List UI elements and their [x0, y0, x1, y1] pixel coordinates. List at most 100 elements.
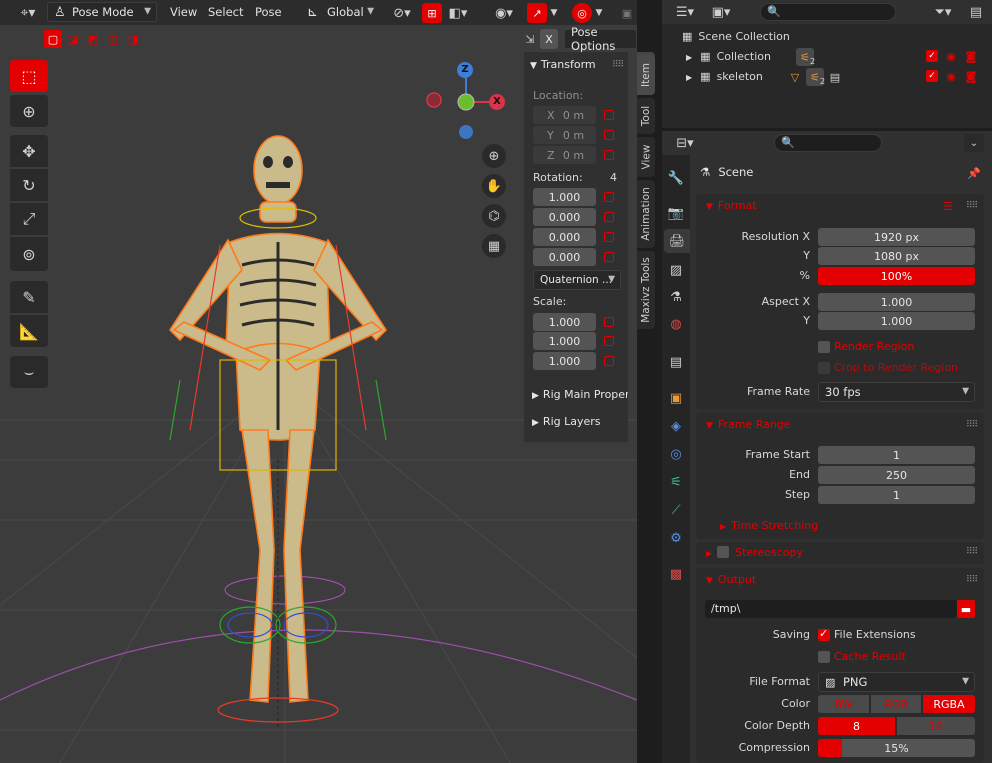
lock-icon[interactable] — [604, 150, 614, 160]
scale-x-field[interactable]: 1.000 — [533, 313, 596, 331]
folder-icon[interactable]: ▬ — [957, 600, 975, 618]
outliner-root[interactable]: ▦ Scene Collection — [682, 30, 790, 43]
checkbox-icon[interactable]: ✓ — [926, 50, 938, 62]
lock-icon[interactable] — [604, 110, 614, 120]
display-mode-icon[interactable]: ▣▾ — [706, 3, 736, 21]
drag-handle-icon[interactable]: ⠿⠿ — [966, 201, 978, 211]
depth-8-option[interactable]: 8 — [818, 717, 895, 735]
editor-type-icon[interactable]: ☰▾ — [670, 3, 700, 21]
measure-tool-icon[interactable]: 📐 — [10, 315, 48, 347]
tab-tool[interactable]: Tool — [637, 98, 655, 134]
time-stretching-header[interactable]: ▶ Time Stretching — [720, 519, 818, 532]
gizmo-x-axis[interactable]: X — [489, 94, 505, 110]
menu-view[interactable]: View — [170, 5, 197, 19]
scale-tool-icon[interactable]: ⤢ — [10, 203, 48, 235]
select-new-icon[interactable]: ▢ — [44, 30, 62, 48]
res-y-field[interactable]: 1080 px — [818, 247, 975, 265]
select-subtract-icon[interactable]: ◩ — [84, 30, 102, 48]
lock-icon[interactable] — [604, 130, 614, 140]
pose-slide-tool-icon[interactable]: ⌣ — [10, 356, 48, 388]
outliner-item-skeleton[interactable]: ▶ ▦ skeleton — [686, 70, 763, 83]
eye-icon[interactable]: ◉ — [944, 69, 958, 83]
drag-handle-icon[interactable]: ⠿⠿ — [612, 60, 624, 70]
physics-tab-icon[interactable]: ◎ — [666, 444, 686, 464]
crop-region-checkbox[interactable] — [818, 362, 830, 374]
color-rgba-option[interactable]: RGBA — [923, 695, 975, 713]
tab-view[interactable]: View — [637, 137, 655, 177]
texture-tab-icon[interactable]: ▩ — [666, 564, 686, 584]
menu-select[interactable]: Select — [208, 5, 243, 19]
pan-hand-icon[interactable]: ✋ — [482, 174, 506, 198]
new-collection-icon[interactable]: ▤ — [966, 3, 986, 21]
format-header[interactable]: ▼ Format — [706, 199, 757, 212]
aspect-x-field[interactable]: 1.000 — [818, 293, 975, 311]
drag-handle-icon[interactable]: ⠿⠿ — [966, 547, 978, 557]
file-format-dropdown[interactable]: ▨ PNG ▼ — [818, 672, 975, 692]
xray-icon[interactable]: ▣ — [618, 4, 636, 22]
frame-range-header[interactable]: ▼ Frame Range — [706, 418, 791, 431]
pose-options-dropdown[interactable]: Pose Options — [564, 25, 637, 53]
loc-y-field[interactable]: Y0 m — [533, 126, 596, 144]
tab-item[interactable]: Item — [637, 55, 655, 95]
select-box-tool-icon[interactable]: ⬚ — [10, 60, 48, 92]
world-tab-icon[interactable]: ◍ — [666, 314, 686, 334]
proportional-edit-icon[interactable]: ◧▾ — [444, 4, 472, 22]
rotate-tool-icon[interactable]: ↻ — [10, 169, 48, 201]
cursor-tool-icon[interactable]: ⊕ — [10, 95, 48, 127]
tab-animation[interactable]: Animation — [637, 180, 655, 248]
lock-icon[interactable] — [604, 356, 614, 366]
stereoscopy-checkbox[interactable] — [717, 546, 730, 558]
frame-rate-dropdown[interactable]: 30 fps ▼ — [818, 382, 975, 402]
res-pct-field[interactable]: 100% — [818, 267, 975, 285]
viewport[interactable]: ⌖▾ ♙ Pose Mode ▼ View Select Pose ⊾ Globa… — [0, 0, 655, 763]
frame-step-field[interactable]: 1 — [818, 486, 975, 504]
outliner-search-input[interactable]: 🔍 — [760, 3, 896, 21]
gizmo-dropdown-icon[interactable]: ▼ — [548, 4, 560, 22]
camera-icon[interactable]: ⌬ — [482, 204, 506, 228]
rot-x-field[interactable]: 0.000 — [533, 208, 596, 226]
bone-tab-icon[interactable]: ⟋ — [666, 500, 686, 520]
cache-result-checkbox[interactable] — [818, 651, 830, 663]
rot-y-field[interactable]: 0.000 — [533, 228, 596, 246]
drag-handle-icon[interactable]: ⠿⠿ — [966, 575, 978, 585]
aspect-y-field[interactable]: 1.000 — [818, 312, 975, 330]
eye-icon[interactable]: ◉ — [944, 49, 958, 63]
tab-maxivz-tools[interactable]: Maxivz Tools — [637, 251, 655, 329]
skeleton-figure[interactable] — [150, 130, 410, 730]
tool-tab-icon[interactable]: 🔧 — [666, 168, 686, 188]
transform-header[interactable]: ▼ Transform — [530, 58, 596, 71]
properties-search-input[interactable]: 🔍 — [774, 134, 882, 152]
output-path-input[interactable]: /tmp\ — [705, 600, 957, 618]
overlay-toggle-icon[interactable]: ◎ — [572, 3, 592, 23]
loc-z-field[interactable]: Z0 m — [533, 146, 596, 164]
rot-w-field[interactable]: 1.000 — [533, 188, 596, 206]
color-rgb-option[interactable]: RGB — [871, 695, 921, 713]
scale-y-field[interactable]: 1.000 — [533, 332, 596, 350]
compression-slider[interactable]: 15% — [818, 739, 975, 757]
bone-constraint-tab-icon[interactable]: ⚙ — [666, 528, 686, 548]
camera-render-icon[interactable]: ◙ — [964, 69, 978, 83]
lock-icon[interactable] — [604, 252, 614, 262]
object-tab-icon[interactable]: ▣ — [666, 388, 686, 408]
overlay-dropdown-icon[interactable]: ▼ — [593, 4, 605, 22]
transform-tool-icon[interactable]: ⊚ — [10, 237, 48, 271]
editor-type-icon[interactable]: ⊟▾ — [670, 134, 700, 152]
checkbox-icon[interactable]: ✓ — [926, 70, 938, 82]
rot-z-field[interactable]: 0.000 — [533, 248, 596, 266]
select-intersect-icon[interactable]: ◨ — [124, 30, 142, 48]
outliner-item-collection[interactable]: ▶ ▦ Collection — [686, 50, 771, 63]
res-x-field[interactable]: 1920 px — [818, 228, 975, 246]
select-extend-icon[interactable]: ◪ — [64, 30, 82, 48]
gizmo-toggle-icon[interactable]: ↗ — [527, 3, 547, 23]
armature-tab-icon[interactable]: ⚟ — [666, 472, 686, 492]
modifier-tab-icon[interactable]: ◈ — [666, 416, 686, 436]
mirror-icon[interactable]: ⇲ — [521, 30, 539, 48]
lock-icon[interactable] — [604, 232, 614, 242]
chevron-down-icon[interactable]: ⌄ — [964, 134, 984, 152]
lock-icon[interactable] — [604, 336, 614, 346]
lock-icon[interactable] — [604, 317, 614, 327]
mode-dropdown[interactable]: ♙ Pose Mode ▼ — [47, 2, 157, 22]
loc-x-field[interactable]: X0 m — [533, 106, 596, 124]
collection-tab-icon[interactable]: ▤ — [666, 352, 686, 372]
x-mirror-toggle[interactable]: X — [540, 29, 558, 49]
